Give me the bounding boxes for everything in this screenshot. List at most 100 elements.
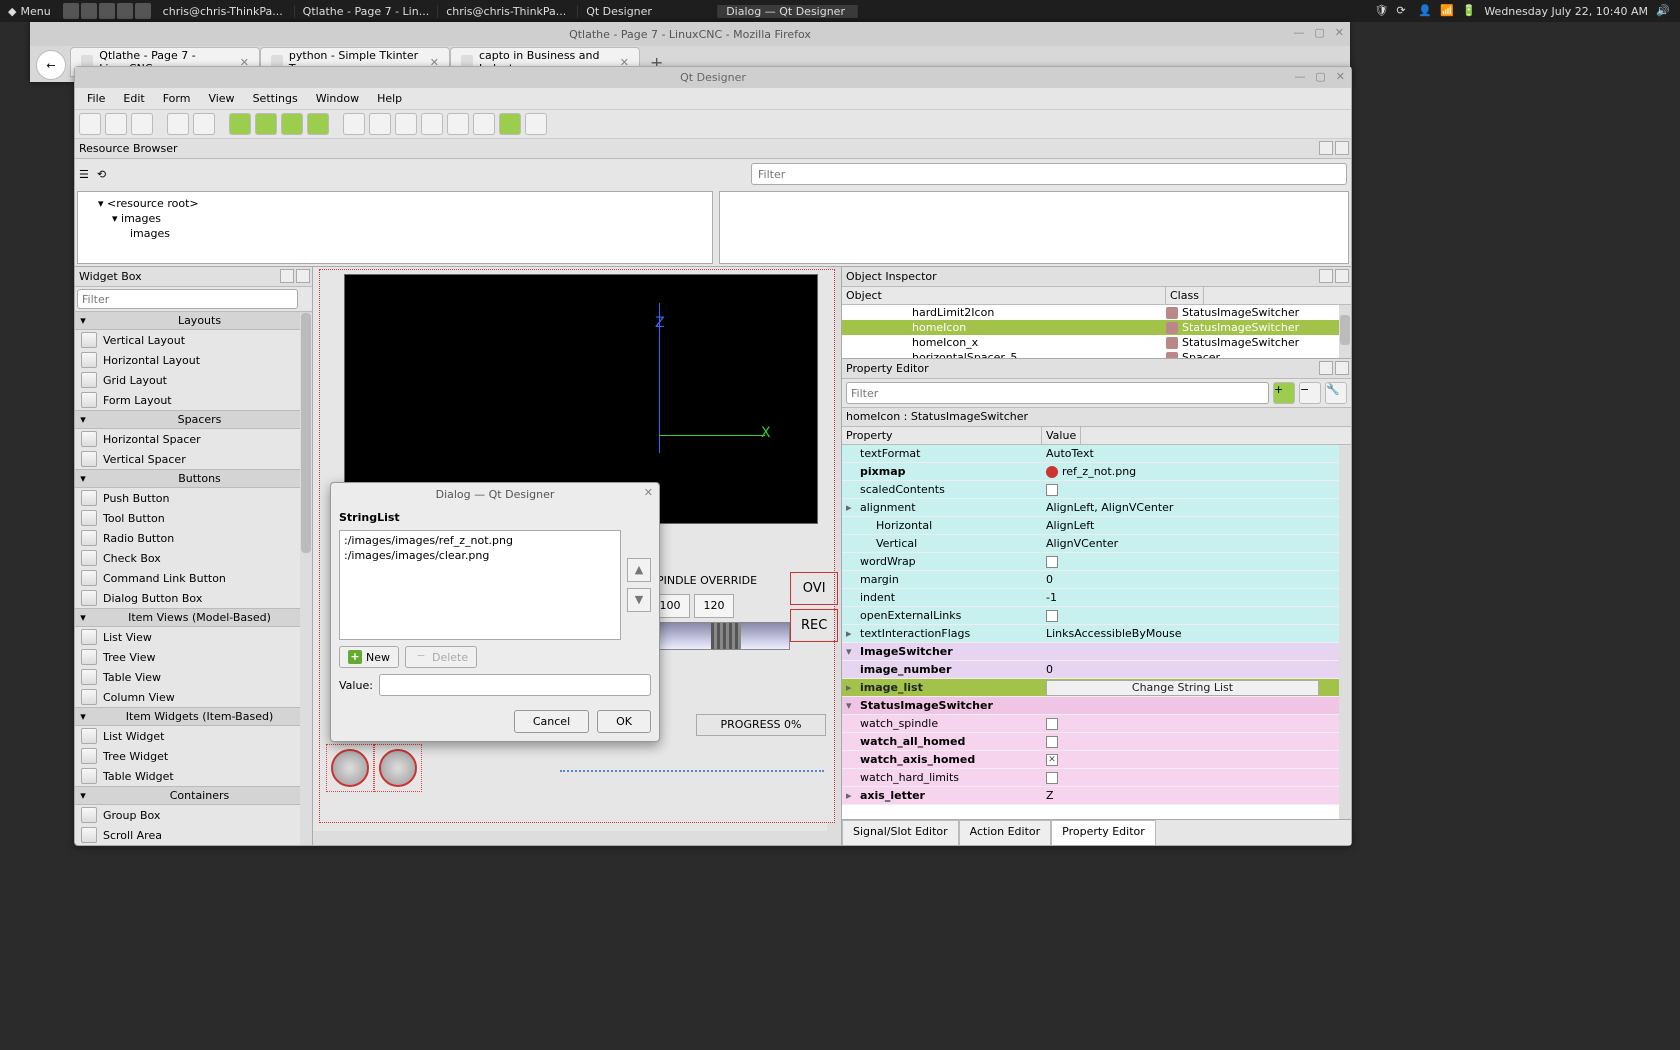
property-row[interactable]: ▸textInteractionFlagsLinksAccessibleByMo… (842, 625, 1351, 643)
remove-property-button[interactable]: − (1299, 382, 1321, 404)
task-button[interactable]: Qt Designer (578, 5, 718, 18)
widget-item[interactable]: Horizontal Layout (75, 350, 312, 370)
column-header[interactable]: Class (1166, 287, 1204, 304)
wifi-icon[interactable]: 📶 (1440, 4, 1454, 18)
property-row[interactable]: scaledContents (842, 481, 1351, 499)
dialog-titlebar[interactable]: Dialog — Qt Designer ✕ (331, 483, 659, 505)
minimize-icon[interactable]: — (1293, 26, 1304, 39)
property-row[interactable]: ▾StatusImageSwitcher (842, 697, 1351, 715)
dock-float-icon[interactable] (1319, 141, 1333, 155)
widget-item[interactable]: Dialog Button Box (75, 588, 312, 608)
menu-help[interactable]: Help (369, 90, 410, 107)
checkbox[interactable] (1046, 484, 1058, 496)
widget-item[interactable]: Vertical Spacer (75, 449, 312, 469)
property-row[interactable]: ▸axis_letterZ (842, 787, 1351, 805)
widget-item[interactable]: List Widget (75, 726, 312, 746)
updates-icon[interactable]: ⟳ (1396, 4, 1410, 18)
stringlist-listbox[interactable]: :/images/images/ref_z_not.png:/images/im… (339, 530, 621, 640)
dock-float-icon[interactable] (1319, 361, 1333, 375)
widget-item[interactable]: Tree View (75, 647, 312, 667)
launcher-icon[interactable] (135, 3, 151, 19)
checkbox[interactable] (1046, 718, 1058, 730)
menu-settings[interactable]: Settings (245, 90, 306, 107)
widget-item[interactable]: Column View (75, 687, 312, 707)
property-row[interactable]: ▸image_listChange String List… (842, 679, 1351, 697)
launcher-icon[interactable] (63, 3, 79, 19)
edit-resources-icon[interactable]: ☰ (79, 168, 89, 181)
tool-button[interactable] (281, 113, 303, 135)
widget-item[interactable]: Radio Button (75, 528, 312, 548)
widget-group-header[interactable]: ▾Item Views (Model-Based) (75, 608, 312, 627)
property-row[interactable]: indent-1 (842, 589, 1351, 607)
move-up-button[interactable]: ▲ (627, 558, 651, 582)
widget-item[interactable]: Tree Widget (75, 746, 312, 766)
dock-float-icon[interactable] (280, 269, 294, 283)
property-row[interactable]: HorizontalAlignLeft (842, 517, 1351, 535)
spindle-preset-button[interactable]: 120 (694, 594, 734, 618)
tool-button[interactable] (369, 113, 391, 135)
new-item-button[interactable]: +New (339, 646, 399, 668)
widget-item[interactable]: Scroll Area (75, 825, 312, 845)
shield-icon[interactable]: 🛡 (1374, 4, 1388, 18)
property-row[interactable]: ▸alignmentAlignLeft, AlignVCenter (842, 499, 1351, 517)
battery-icon[interactable]: 🔋 (1462, 4, 1476, 18)
scrollbar[interactable] (313, 831, 841, 845)
object-row[interactable]: hardLimit2IconStatusImageSwitcher (842, 305, 1351, 320)
object-row[interactable]: horizontalSpacer_5Spacer (842, 350, 1351, 358)
widget-item[interactable]: Form Layout (75, 390, 312, 410)
property-row[interactable]: watch_hard_limits (842, 769, 1351, 787)
reload-icon[interactable]: ⟲ (97, 168, 106, 181)
widget-group-header[interactable]: ▾Item Widgets (Item-Based) (75, 707, 312, 726)
close-icon[interactable]: ✕ (1336, 70, 1345, 83)
widget-group-header[interactable]: ▾Layouts (75, 311, 312, 330)
tool-button[interactable] (499, 113, 521, 135)
task-button[interactable]: chris@chris-ThinkPa... (155, 5, 295, 18)
list-item[interactable]: :/images/images/ref_z_not.png (344, 533, 616, 548)
widget-item[interactable]: Table Widget (75, 766, 312, 786)
menu-file[interactable]: File (79, 90, 113, 107)
property-row[interactable]: pixmapref_z_not.png (842, 463, 1351, 481)
tool-button[interactable] (307, 113, 329, 135)
widget-item[interactable]: Group Box (75, 805, 312, 825)
widget-group-header[interactable]: ▾Spacers (75, 410, 312, 429)
launcher-icon[interactable] (117, 3, 133, 19)
widget-item[interactable]: Command Link Button (75, 568, 312, 588)
property-row[interactable]: VerticalAlignVCenter (842, 535, 1351, 553)
widget-item[interactable]: Push Button (75, 488, 312, 508)
column-header[interactable]: Property (842, 427, 1042, 444)
widget-group-header[interactable]: ▾Containers (75, 786, 312, 805)
resource-tree[interactable]: ▾ <resource root> ▾ images images (77, 191, 713, 264)
property-row[interactable]: wordWrap (842, 553, 1351, 571)
volume-icon[interactable]: 🔊 (1656, 4, 1670, 18)
spindle-override-slider[interactable] (650, 622, 790, 650)
property-row[interactable]: margin0 (842, 571, 1351, 589)
column-header[interactable]: Value (1042, 427, 1081, 444)
object-row[interactable]: homeIconStatusImageSwitcher (842, 320, 1351, 335)
widget-item[interactable]: Tool Button (75, 508, 312, 528)
maximize-icon[interactable]: ▢ (1314, 26, 1324, 39)
record-button[interactable]: REC (790, 609, 838, 642)
property-row[interactable]: watch_all_homed (842, 733, 1351, 751)
scrollbar[interactable] (300, 313, 312, 845)
property-row[interactable]: textFormatAutoText (842, 445, 1351, 463)
tool-button[interactable] (167, 113, 189, 135)
bottom-tab[interactable]: Property Editor (1051, 820, 1156, 845)
property-row[interactable]: image_number0 (842, 661, 1351, 679)
menu-view[interactable]: View (200, 90, 242, 107)
dock-close-icon[interactable] (296, 269, 310, 283)
column-header[interactable]: Object (842, 287, 1166, 304)
menu-edit[interactable]: Edit (115, 90, 152, 107)
delete-item-button[interactable]: −Delete (405, 646, 477, 668)
list-item[interactable]: :/images/images/clear.png (344, 548, 616, 563)
tree-node[interactable]: ▾ <resource root> (84, 196, 706, 211)
tool-button[interactable] (193, 113, 215, 135)
tool-button[interactable] (131, 113, 153, 135)
tool-button[interactable] (79, 113, 101, 135)
widget-item[interactable]: Horizontal Spacer (75, 429, 312, 449)
tool-button[interactable] (447, 113, 469, 135)
tool-button[interactable] (343, 113, 365, 135)
change-stringlist-button[interactable]: Change String List (1046, 680, 1319, 696)
maximize-icon[interactable]: ▢ (1315, 70, 1325, 83)
widget-item[interactable]: Vertical Layout (75, 330, 312, 350)
menu-form[interactable]: Form (155, 90, 199, 107)
